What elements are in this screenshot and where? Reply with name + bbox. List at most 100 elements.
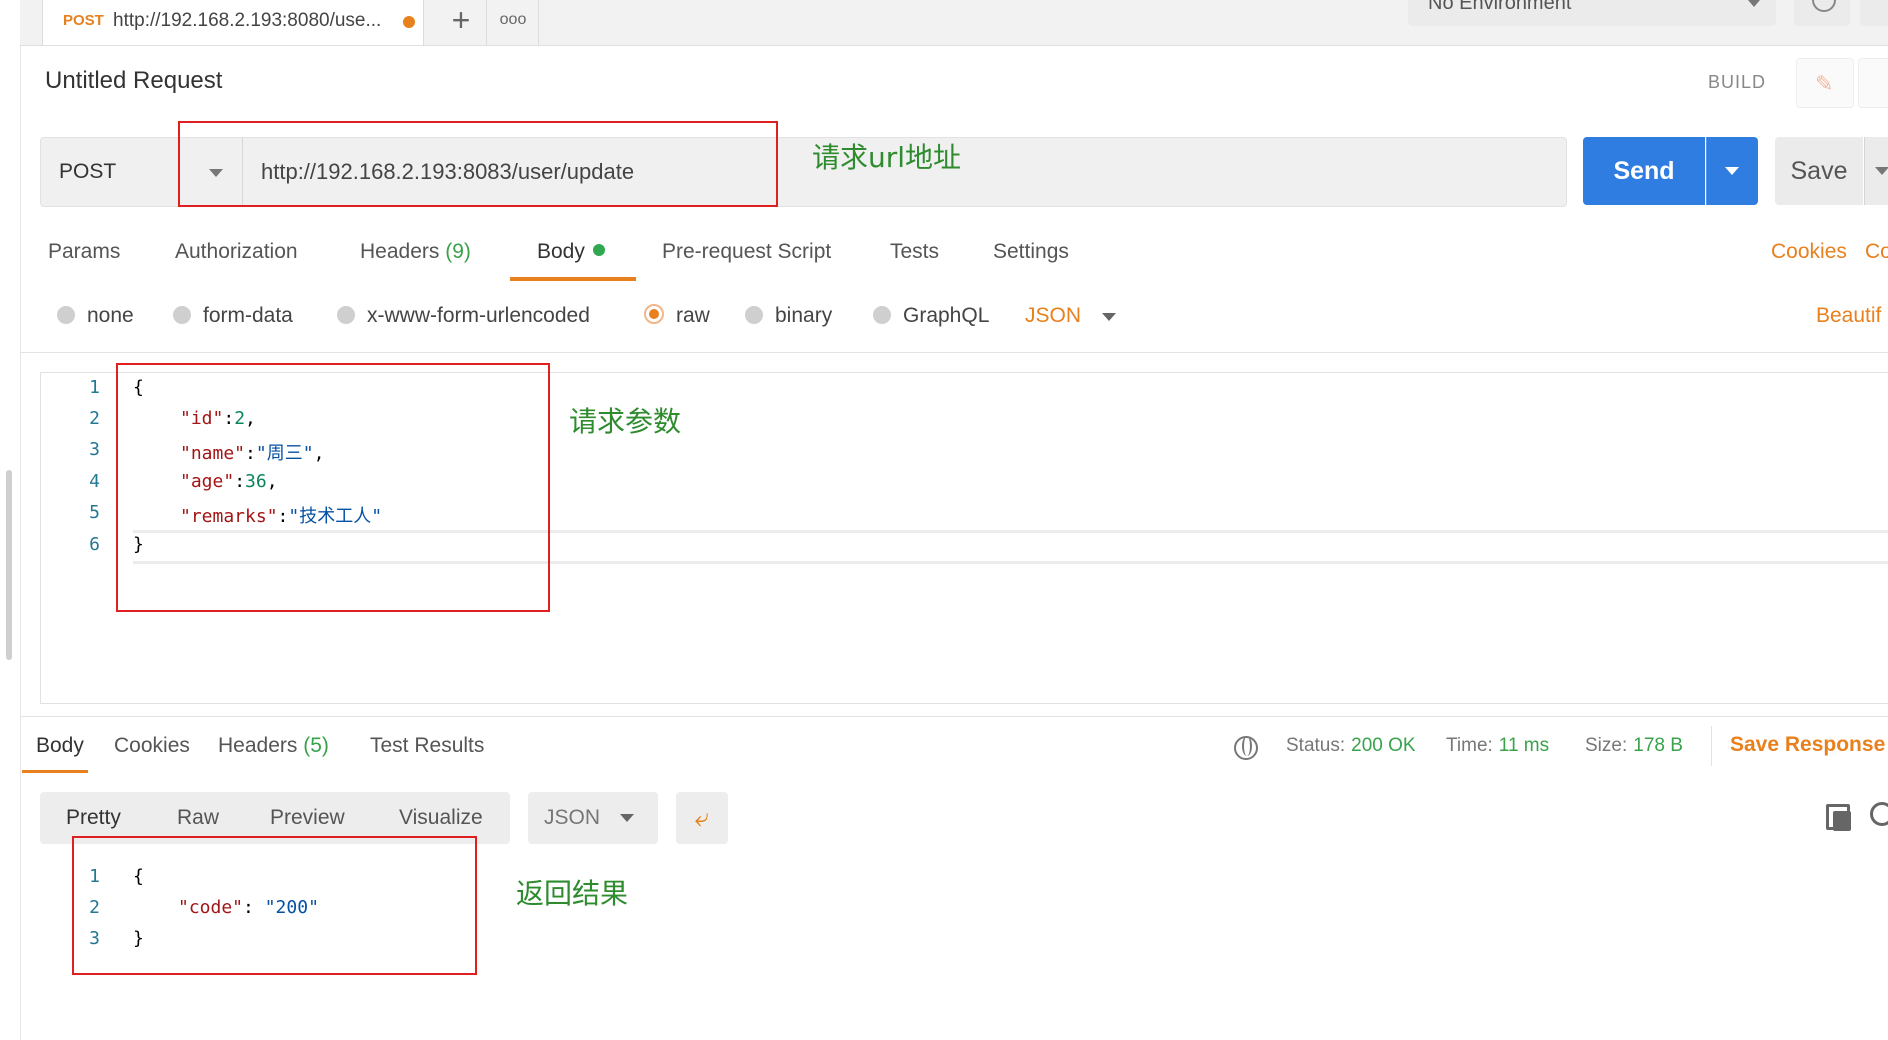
request-tab-url: http://192.168.2.193:8080/use... bbox=[113, 10, 382, 31]
tab-body-label: Body bbox=[537, 240, 585, 263]
annotation-note-params: 请求参数 bbox=[569, 405, 682, 438]
tab-authorization[interactable]: Authorization bbox=[175, 240, 298, 264]
edit-button[interactable]: ✎ bbox=[1796, 58, 1854, 108]
chevron-down-icon bbox=[620, 814, 634, 822]
tab-headers-label: Headers bbox=[360, 240, 440, 263]
annotation-box-result bbox=[72, 836, 477, 975]
response-tab-headers-label: Headers bbox=[218, 734, 298, 757]
annotation-note-result: 返回结果 bbox=[516, 877, 629, 910]
request-tab[interactable]: POST http://192.168.2.193:8080/use... bbox=[42, 0, 424, 45]
raw-format-select[interactable]: JSON bbox=[1025, 304, 1081, 328]
more-tabs-button[interactable]: ooo bbox=[488, 0, 539, 45]
save-response-button[interactable]: Save Response bbox=[1730, 733, 1885, 757]
chevron-down-icon bbox=[1748, 0, 1760, 7]
build-label: BUILD bbox=[1708, 72, 1767, 92]
wrap-icon: ⤶ bbox=[694, 802, 710, 832]
time-value: 11 ms bbox=[1498, 735, 1550, 756]
line-number: 6 bbox=[89, 534, 100, 555]
request-title[interactable]: Untitled Request bbox=[45, 67, 222, 95]
radio-label: none bbox=[87, 304, 134, 327]
left-scrollbar[interactable] bbox=[6, 470, 12, 660]
size-label: Size: bbox=[1585, 735, 1628, 756]
send-button[interactable]: Send bbox=[1583, 137, 1705, 205]
search-icon[interactable] bbox=[1870, 802, 1888, 826]
send-options-button[interactable] bbox=[1706, 137, 1758, 205]
method-label: POST bbox=[59, 160, 117, 183]
size-value: 178 B bbox=[1633, 735, 1683, 756]
copy-icon[interactable] bbox=[1826, 804, 1851, 831]
response-status: Status: 200 OK bbox=[1286, 735, 1416, 757]
line-number: 1 bbox=[89, 377, 100, 398]
new-tab-button[interactable]: + bbox=[436, 0, 487, 45]
radio-icon bbox=[337, 306, 355, 324]
body-type-form-data[interactable]: form-data bbox=[173, 304, 293, 328]
response-tab-headers[interactable]: Headers (5) bbox=[218, 734, 329, 758]
status-label: Status: bbox=[1286, 735, 1346, 756]
response-format-select[interactable]: JSON bbox=[528, 792, 658, 844]
tab-params[interactable]: Params bbox=[48, 240, 120, 264]
chevron-down-icon[interactable] bbox=[1102, 313, 1116, 321]
line-number: 3 bbox=[89, 439, 100, 460]
view-raw-button[interactable]: Raw bbox=[177, 806, 219, 830]
request-tab-method: POST bbox=[63, 12, 104, 29]
radio-icon bbox=[745, 306, 763, 324]
response-tab-cookies[interactable]: Cookies bbox=[114, 734, 190, 758]
tab-headers[interactable]: Headers (9) bbox=[360, 240, 471, 264]
environment-quick-look-button[interactable] bbox=[1794, 0, 1850, 26]
radio-icon bbox=[57, 306, 75, 324]
radio-label: raw bbox=[676, 304, 710, 327]
body-type-none[interactable]: none bbox=[57, 304, 134, 328]
unsaved-dot-icon bbox=[403, 16, 415, 28]
code-link[interactable]: Co bbox=[1865, 240, 1888, 264]
pane-resize-divider[interactable] bbox=[20, 716, 1888, 717]
tab-settings[interactable]: Settings bbox=[993, 240, 1069, 264]
chevron-down-icon bbox=[1725, 167, 1739, 175]
radio-icon bbox=[873, 306, 891, 324]
radio-label: binary bbox=[775, 304, 833, 327]
divider bbox=[1711, 726, 1712, 766]
line-number: 5 bbox=[89, 502, 100, 523]
status-value: 200 OK bbox=[1351, 735, 1416, 756]
line-number: 4 bbox=[89, 471, 100, 492]
tab-body[interactable]: Body bbox=[537, 240, 605, 264]
environment-select[interactable]: No Environment bbox=[1408, 0, 1776, 26]
environment-settings-button[interactable] bbox=[1860, 0, 1888, 26]
comments-button[interactable] bbox=[1858, 58, 1888, 108]
response-tab-test-results[interactable]: Test Results bbox=[370, 734, 484, 758]
tab-tests[interactable]: Tests bbox=[890, 240, 939, 264]
response-tab-body[interactable]: Body bbox=[36, 734, 84, 758]
view-preview-button[interactable]: Preview bbox=[270, 806, 345, 830]
body-type-raw[interactable]: raw bbox=[644, 304, 710, 328]
tab-headers-count: (9) bbox=[445, 240, 471, 263]
globe-icon[interactable] bbox=[1234, 736, 1258, 760]
wrap-lines-button[interactable]: ⤶ bbox=[676, 792, 728, 844]
body-type-binary[interactable]: binary bbox=[745, 304, 832, 328]
annotation-box-url bbox=[178, 121, 778, 207]
annotation-box-params bbox=[116, 363, 550, 612]
response-format-label: JSON bbox=[544, 806, 601, 829]
body-type-urlencoded[interactable]: x-www-form-urlencoded bbox=[337, 304, 590, 328]
radio-label: form-data bbox=[203, 304, 293, 327]
chevron-down-icon bbox=[1875, 167, 1888, 175]
tab-pre-request-script[interactable]: Pre-request Script bbox=[662, 240, 831, 264]
response-time: Time: 11 ms bbox=[1446, 735, 1549, 757]
beautify-link[interactable]: Beautif bbox=[1816, 304, 1881, 328]
save-options-button[interactable] bbox=[1864, 137, 1888, 205]
cookies-link[interactable]: Cookies bbox=[1771, 240, 1847, 264]
save-button[interactable]: Save bbox=[1775, 137, 1863, 205]
pencil-icon: ✎ bbox=[1815, 71, 1834, 96]
line-number: 2 bbox=[89, 408, 100, 429]
radio-selected-icon bbox=[644, 304, 664, 324]
annotation-note-url: 请求url地址 bbox=[812, 141, 962, 174]
view-pretty-button[interactable]: Pretty bbox=[66, 806, 121, 830]
view-visualize-button[interactable]: Visualize bbox=[399, 806, 483, 830]
environment-label: No Environment bbox=[1428, 0, 1572, 14]
active-tab-indicator bbox=[510, 277, 636, 281]
body-indicator-dot-icon bbox=[592, 244, 605, 256]
radio-label: x-www-form-urlencoded bbox=[367, 304, 590, 327]
divider bbox=[20, 352, 1888, 353]
active-response-tab-indicator bbox=[22, 770, 88, 773]
response-size: Size: 178 B bbox=[1585, 735, 1683, 757]
body-type-graphql[interactable]: GraphQL bbox=[873, 304, 989, 328]
radio-icon bbox=[173, 306, 191, 324]
